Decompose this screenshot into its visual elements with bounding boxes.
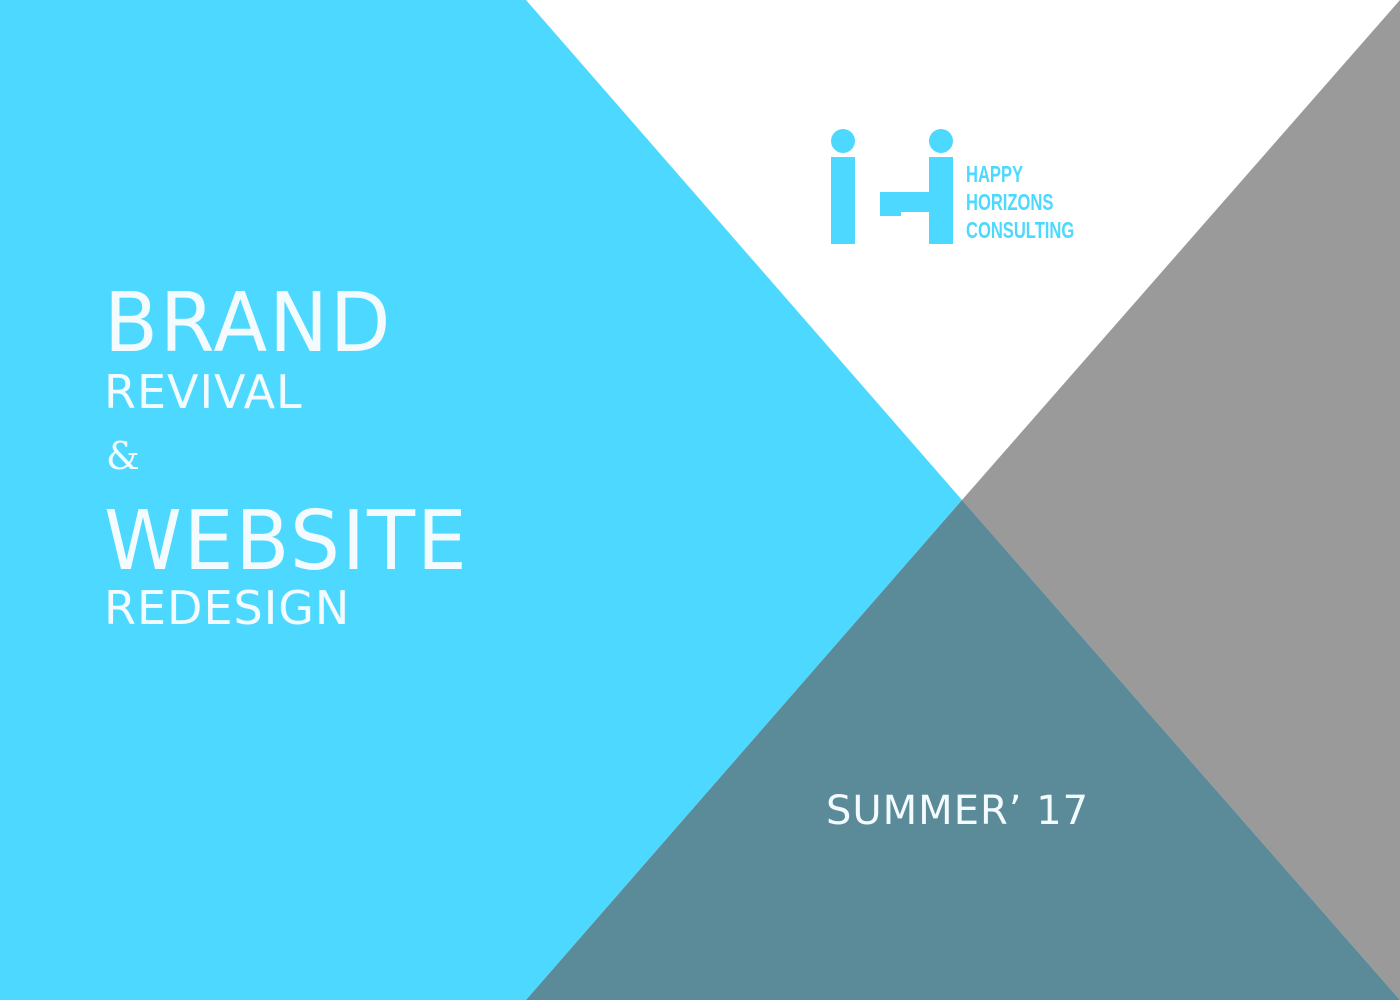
season-label: SUMMER’ 17 — [826, 788, 1090, 834]
cover-title: BRAND REVIVAL & WEBSITE REDESIGN — [104, 276, 484, 636]
logo-word-horizons: HORIZONS — [966, 189, 1054, 215]
logo-wordmark: HAPPY HORIZONS CONSULTING — [966, 160, 1074, 244]
title-brand: BRAND — [104, 276, 393, 371]
logo-word-consulting: CONSULTING — [966, 217, 1075, 243]
logo-word-happy: HAPPY — [966, 161, 1024, 187]
title-ampersand: & — [106, 434, 140, 478]
ih-logo-icon — [831, 129, 953, 244]
title-revival: REVIVAL — [104, 365, 303, 419]
cover-page: HAPPY HORIZONS CONSULTING BRAND REVIVAL … — [0, 0, 1400, 1000]
title-website: WEBSITE — [104, 494, 469, 589]
